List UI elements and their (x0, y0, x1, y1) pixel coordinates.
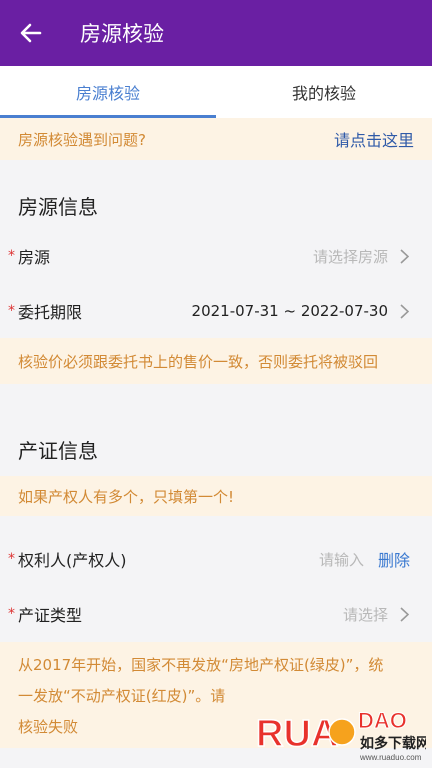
svg-text:DAO: DAO (358, 708, 407, 733)
required-mark: * (8, 606, 15, 622)
cert-notice-line: 从2017年开始，国家不再发放“房地产权证(绿皮)”，统 (18, 656, 384, 674)
watermark-logo: RUA DAO 如多下载网 www.ruaduo.com (255, 708, 430, 763)
tab-my-verify[interactable]: 我的核验 (216, 66, 432, 118)
house-placeholder: 请选择房源 (312, 247, 388, 266)
svg-text:www.ruaduo.com: www.ruaduo.com (359, 753, 422, 762)
price-warning: 核验价必须跟委托书上的售价一致，否则委托将被驳回 (0, 338, 432, 384)
page-title: 房源核验 (80, 22, 164, 46)
owner-input[interactable]: 请输入 (319, 549, 364, 570)
help-notice-text: 房源核验遇到问题? (18, 130, 146, 149)
app-bar: 房源核验 (0, 0, 432, 66)
owner-label: 权利人(产权人) (18, 551, 127, 570)
house-label: 房源 (18, 248, 51, 267)
cert-section-title: 产证信息 (0, 422, 432, 476)
required-mark: * (8, 248, 15, 264)
owner-hint: 如果产权人有多个，只填第一个! (0, 476, 432, 516)
owner-hint-text: 如果产权人有多个，只填第一个! (18, 487, 235, 506)
help-notice: 房源核验遇到问题? 请点击这里 (0, 118, 432, 160)
term-select-row[interactable]: * 委托期限 2021-07-31 ~ 2022-07-30 (0, 283, 432, 339)
chevron-right-icon (400, 606, 410, 622)
cert-type-label: 产证类型 (18, 606, 83, 625)
required-mark: * (8, 551, 15, 567)
house-select-row[interactable]: * 房源 请选择房源 (0, 228, 432, 284)
price-warning-text: 核验价必须跟委托书上的售价一致，否则委托将被驳回 (18, 352, 379, 371)
cert-type-row[interactable]: * 产证类型 请选择 (0, 586, 432, 642)
term-label: 委托期限 (18, 303, 83, 322)
cert-type-placeholder: 请选择 (342, 605, 388, 624)
back-button[interactable] (0, 0, 62, 66)
help-link[interactable]: 请点击这里 (334, 127, 414, 151)
owner-input-row: * 权利人(产权人) 请输入 删除 (0, 531, 432, 587)
term-value: 2021-07-31 ~ 2022-07-30 (191, 302, 388, 320)
delete-owner-button[interactable]: 删除 (378, 547, 410, 571)
chevron-right-icon (400, 248, 410, 264)
house-section-title: 房源信息 (0, 178, 432, 232)
chevron-right-icon (400, 303, 410, 319)
required-mark: * (8, 303, 15, 319)
tab-house-verify[interactable]: 房源核验 (0, 66, 216, 118)
svg-text:RUA: RUA (256, 713, 338, 755)
site-watermark: RUA DAO 如多下载网 www.ruaduo.com (255, 702, 430, 764)
tab-bar: 房源核验 我的核验 (0, 66, 432, 118)
arrow-left-icon (20, 23, 42, 43)
svg-text:如多下载网: 如多下载网 (360, 735, 426, 752)
